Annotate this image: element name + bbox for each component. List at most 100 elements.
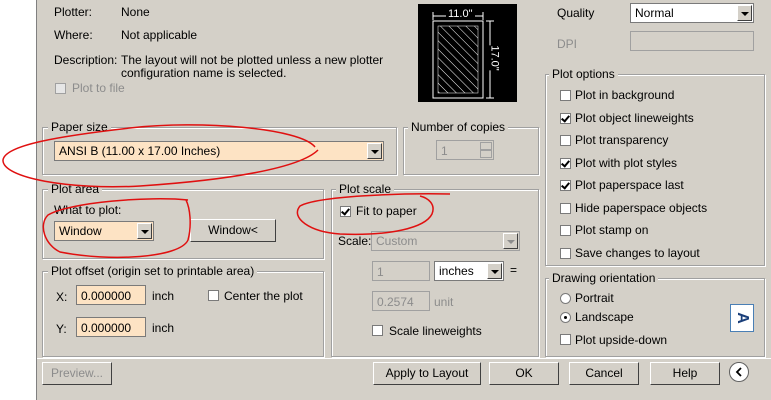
plot-option-checkbox[interactable] bbox=[560, 180, 571, 191]
offset-x-input[interactable]: 0.000000 bbox=[76, 285, 146, 305]
plot-option-label: Plot paperspace last bbox=[575, 178, 684, 192]
offset-y-unit: inch bbox=[152, 321, 175, 335]
plot-option-checkbox[interactable] bbox=[560, 225, 571, 236]
center-plot-label: Center the plot bbox=[224, 289, 303, 303]
scale-value: Custom bbox=[376, 234, 418, 248]
spinner-down-icon[interactable] bbox=[480, 150, 492, 158]
scale-denominator-unit: unit bbox=[434, 295, 454, 309]
offset-x-value: 0.000000 bbox=[81, 289, 132, 303]
offset-x-unit: inch bbox=[152, 289, 175, 303]
plot-option-label: Plot with plot styles bbox=[575, 155, 678, 170]
preview-button[interactable]: Preview... bbox=[42, 362, 112, 385]
plot-area-title: Plot area bbox=[48, 182, 103, 196]
plot-scale-title: Plot scale bbox=[336, 182, 395, 196]
plot-options-group bbox=[545, 74, 765, 266]
plot-option-checkbox[interactable] bbox=[560, 157, 571, 169]
copies-value: 1 bbox=[441, 144, 448, 158]
scale-equals: = bbox=[510, 263, 518, 277]
quality-value: Normal bbox=[635, 6, 674, 20]
plot-option-label: Plot in background bbox=[575, 88, 675, 102]
left-border-line bbox=[36, 0, 37, 400]
scale-lineweights-label: Scale lineweights bbox=[389, 324, 482, 338]
ok-button[interactable]: OK bbox=[489, 362, 559, 385]
portrait-radio[interactable] bbox=[560, 293, 571, 304]
scale-denominator-input[interactable]: 0.2574 bbox=[372, 291, 430, 311]
dpi-label: DPI bbox=[557, 37, 578, 51]
left-border bbox=[0, 0, 36, 400]
landscape-radio[interactable] bbox=[560, 312, 571, 323]
dpi-input[interactable] bbox=[630, 31, 754, 51]
spinner-up-icon[interactable] bbox=[480, 142, 492, 150]
chevron-down-icon[interactable] bbox=[503, 233, 518, 249]
preview-height-label: 17.0" bbox=[488, 45, 501, 71]
plot-option-label: Plot transparency bbox=[575, 133, 669, 147]
plotter-value: None bbox=[121, 5, 150, 19]
offset-y-label: Y: bbox=[56, 322, 67, 336]
preview-width-label: 11.0" bbox=[446, 8, 475, 20]
scale-select[interactable]: Custom bbox=[371, 231, 520, 251]
quality-label: Quality bbox=[557, 6, 595, 20]
what-to-plot-label: What to plot: bbox=[54, 203, 122, 217]
chevron-down-icon[interactable] bbox=[367, 143, 382, 159]
fit-to-paper-checkbox[interactable] bbox=[340, 206, 351, 217]
scale-lineweights-checkbox[interactable] bbox=[372, 325, 383, 336]
landscape-page-icon: A bbox=[730, 304, 754, 332]
copies-title: Number of copies bbox=[408, 120, 509, 134]
where-value: Not applicable bbox=[121, 28, 198, 42]
plot-option-label: Plot object lineweights bbox=[575, 110, 694, 125]
fit-to-paper-label: Fit to paper bbox=[356, 204, 417, 218]
cancel-button[interactable]: Cancel bbox=[569, 362, 639, 385]
paper-size-select[interactable]: ANSI B (11.00 x 17.00 Inches) bbox=[54, 141, 384, 161]
chevron-down-icon[interactable] bbox=[487, 263, 502, 279]
portrait-label: Portrait bbox=[575, 291, 614, 305]
center-plot-checkbox[interactable] bbox=[208, 290, 219, 301]
scale-numerator-value: 1 bbox=[377, 265, 384, 279]
scale-denominator-value: 0.2574 bbox=[377, 295, 414, 309]
description-line-2: configuration name is selected. bbox=[121, 66, 287, 80]
quality-select[interactable]: Normal bbox=[630, 3, 754, 23]
paper-size-value: ANSI B (11.00 x 17.00 Inches) bbox=[59, 144, 221, 158]
what-to-plot-value: Window bbox=[59, 224, 102, 238]
plot-option-label: Hide paperspace objects bbox=[575, 200, 708, 215]
scale-unit-select[interactable]: inches bbox=[434, 261, 504, 281]
offset-y-input[interactable]: 0.000000 bbox=[76, 317, 146, 337]
plotter-label: Plotter: bbox=[54, 5, 93, 19]
upside-down-label: Plot upside-down bbox=[575, 333, 668, 347]
scale-label: Scale: bbox=[338, 234, 372, 248]
plot-options-title: Plot options bbox=[549, 67, 618, 81]
plot-option-checkbox[interactable] bbox=[560, 90, 571, 101]
what-to-plot-select[interactable]: Window bbox=[54, 221, 154, 241]
scale-numerator-input[interactable]: 1 bbox=[372, 261, 430, 281]
footer-divider bbox=[37, 358, 771, 359]
upside-down-checkbox[interactable] bbox=[560, 334, 571, 345]
paper-size-title: Paper size bbox=[48, 120, 111, 134]
window-button[interactable]: Window< bbox=[190, 219, 276, 242]
plot-option-checkbox[interactable] bbox=[560, 112, 571, 124]
offset-x-label: X: bbox=[56, 290, 68, 304]
help-button[interactable]: Help bbox=[650, 362, 720, 385]
chevron-down-icon[interactable] bbox=[137, 223, 152, 239]
copies-input[interactable]: 1 bbox=[436, 140, 494, 160]
landscape-page-letter: A bbox=[734, 312, 751, 324]
plot-option-checkbox[interactable] bbox=[560, 135, 571, 146]
plot-offset-group bbox=[42, 271, 324, 357]
plot-option-checkbox[interactable] bbox=[560, 202, 571, 214]
description-line-1: The layout will not be plotted unless a … bbox=[121, 53, 384, 67]
plot-option-label: Plot stamp on bbox=[575, 223, 649, 237]
chevron-down-icon[interactable] bbox=[737, 5, 752, 21]
paper-preview: 11.0" 17.0" bbox=[418, 4, 517, 102]
scale-unit-value: inches bbox=[439, 264, 474, 278]
plot-offset-title: Plot offset (origin set to printable are… bbox=[48, 264, 258, 278]
description-label: Description: bbox=[54, 53, 118, 67]
plot-option-checkbox[interactable] bbox=[560, 247, 571, 259]
collapse-options-icon[interactable] bbox=[729, 362, 749, 382]
plot-option-label: Save changes to layout bbox=[575, 245, 700, 260]
where-label: Where: bbox=[54, 28, 93, 42]
plot-to-file-checkbox[interactable] bbox=[55, 83, 66, 94]
chevron-left-icon bbox=[735, 367, 742, 377]
apply-to-layout-button[interactable]: Apply to Layout bbox=[373, 362, 481, 385]
offset-y-value: 0.000000 bbox=[81, 321, 132, 335]
plot-to-file-label: Plot to file bbox=[72, 81, 125, 95]
orientation-title: Drawing orientation bbox=[549, 271, 659, 285]
landscape-label: Landscape bbox=[575, 310, 634, 324]
